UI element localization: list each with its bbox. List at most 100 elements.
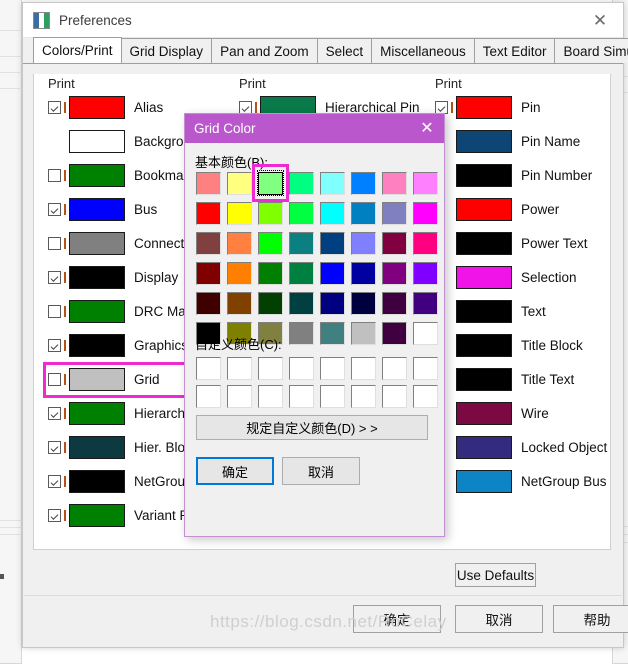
tab-board-simulation[interactable]: Board Simulation xyxy=(554,38,628,63)
help-button[interactable]: 帮助 xyxy=(553,605,628,633)
basic-color-cell[interactable] xyxy=(379,228,410,258)
color-swatch[interactable] xyxy=(69,164,125,187)
basic-color-cell[interactable] xyxy=(193,198,224,228)
basic-color-cell[interactable] xyxy=(410,258,441,288)
print-checkbox[interactable] xyxy=(48,407,61,420)
cancel-button[interactable]: 取消 xyxy=(455,605,543,633)
grid-color-cancel-button[interactable]: 取消 xyxy=(282,457,360,485)
color-swatch[interactable] xyxy=(69,436,125,459)
print-checkbox[interactable] xyxy=(48,475,61,488)
basic-color-cell[interactable] xyxy=(410,198,441,228)
close-icon[interactable]: ✕ xyxy=(583,6,617,34)
basic-color-cell[interactable] xyxy=(255,288,286,318)
basic-color-cell[interactable] xyxy=(193,168,224,198)
basic-color-cell[interactable] xyxy=(348,168,379,198)
basic-color-cell[interactable] xyxy=(255,168,286,198)
tab-miscellaneous[interactable]: Miscellaneous xyxy=(371,38,475,63)
ok-button[interactable]: 确定 xyxy=(353,605,441,633)
basic-color-cell[interactable] xyxy=(286,228,317,258)
basic-color-cell[interactable] xyxy=(317,168,348,198)
color-swatch[interactable] xyxy=(69,402,125,425)
basic-color-cell[interactable] xyxy=(348,288,379,318)
tab-select[interactable]: Select xyxy=(316,38,373,63)
custom-color-cell[interactable] xyxy=(348,382,379,410)
print-checkbox[interactable] xyxy=(48,339,61,352)
print-checkbox[interactable] xyxy=(48,101,61,114)
tab-grid-display[interactable]: Grid Display xyxy=(120,38,213,63)
color-swatch[interactable] xyxy=(69,96,125,119)
print-checkbox[interactable] xyxy=(48,305,61,318)
basic-color-cell[interactable] xyxy=(348,198,379,228)
color-swatch[interactable] xyxy=(69,334,125,357)
basic-color-cell[interactable] xyxy=(379,318,410,348)
basic-color-cell[interactable] xyxy=(379,258,410,288)
basic-color-cell[interactable] xyxy=(193,228,224,258)
basic-color-cell[interactable] xyxy=(348,318,379,348)
basic-color-cell[interactable] xyxy=(255,198,286,228)
print-checkbox[interactable] xyxy=(48,509,61,522)
basic-color-cell[interactable] xyxy=(410,168,441,198)
color-swatch[interactable] xyxy=(69,300,125,323)
custom-color-cell[interactable] xyxy=(286,354,317,382)
color-swatch[interactable] xyxy=(456,164,512,187)
basic-color-cell[interactable] xyxy=(224,288,255,318)
color-swatch[interactable] xyxy=(456,334,512,357)
color-swatch[interactable] xyxy=(456,470,512,493)
basic-color-cell[interactable] xyxy=(286,258,317,288)
basic-color-cell[interactable] xyxy=(286,198,317,228)
color-swatch[interactable] xyxy=(69,368,125,391)
basic-color-cell[interactable] xyxy=(348,228,379,258)
basic-color-cell[interactable] xyxy=(286,318,317,348)
color-swatch[interactable] xyxy=(69,504,125,527)
basic-color-cell[interactable] xyxy=(224,198,255,228)
custom-color-cell[interactable] xyxy=(379,382,410,410)
color-swatch[interactable] xyxy=(69,266,125,289)
print-checkbox[interactable] xyxy=(48,271,61,284)
basic-color-cell[interactable] xyxy=(193,288,224,318)
custom-color-cell[interactable] xyxy=(193,354,224,382)
print-checkbox[interactable] xyxy=(48,237,61,250)
basic-color-cell[interactable] xyxy=(317,228,348,258)
custom-color-cell[interactable] xyxy=(379,354,410,382)
basic-color-cell[interactable] xyxy=(224,258,255,288)
color-swatch[interactable] xyxy=(456,300,512,323)
color-swatch[interactable] xyxy=(456,402,512,425)
basic-color-cell[interactable] xyxy=(286,288,317,318)
custom-color-cell[interactable] xyxy=(224,354,255,382)
color-swatch[interactable] xyxy=(456,198,512,221)
custom-color-cell[interactable] xyxy=(317,382,348,410)
color-swatch[interactable] xyxy=(456,368,512,391)
color-swatch[interactable] xyxy=(456,266,512,289)
basic-color-cell[interactable] xyxy=(410,228,441,258)
basic-color-cell[interactable] xyxy=(224,228,255,258)
basic-color-cell[interactable] xyxy=(317,258,348,288)
close-icon[interactable]: ✕ xyxy=(410,114,444,143)
color-swatch[interactable] xyxy=(69,198,125,221)
custom-color-cell[interactable] xyxy=(255,382,286,410)
color-swatch[interactable] xyxy=(69,470,125,493)
use-defaults-button[interactable]: Use Defaults xyxy=(455,563,536,587)
custom-color-cell[interactable] xyxy=(410,382,441,410)
color-swatch[interactable] xyxy=(456,96,512,119)
print-checkbox[interactable] xyxy=(48,441,61,454)
basic-color-cell[interactable] xyxy=(286,168,317,198)
custom-color-cell[interactable] xyxy=(224,382,255,410)
print-checkbox[interactable] xyxy=(48,169,61,182)
custom-color-cell[interactable] xyxy=(348,354,379,382)
custom-color-cell[interactable] xyxy=(317,354,348,382)
basic-color-cell[interactable] xyxy=(255,228,286,258)
basic-color-cell[interactable] xyxy=(255,258,286,288)
custom-color-cell[interactable] xyxy=(410,354,441,382)
tab-colors-print[interactable]: Colors/Print xyxy=(33,37,122,63)
color-swatch[interactable] xyxy=(456,436,512,459)
print-checkbox[interactable] xyxy=(48,203,61,216)
basic-color-cell[interactable] xyxy=(379,288,410,318)
grid-color-ok-button[interactable]: 确定 xyxy=(196,457,274,485)
basic-color-cell[interactable] xyxy=(410,288,441,318)
color-swatch[interactable] xyxy=(69,232,125,255)
custom-color-cell[interactable] xyxy=(286,382,317,410)
custom-color-cell[interactable] xyxy=(255,354,286,382)
basic-color-cell[interactable] xyxy=(317,198,348,228)
color-swatch[interactable] xyxy=(456,130,512,153)
custom-color-cell[interactable] xyxy=(193,382,224,410)
